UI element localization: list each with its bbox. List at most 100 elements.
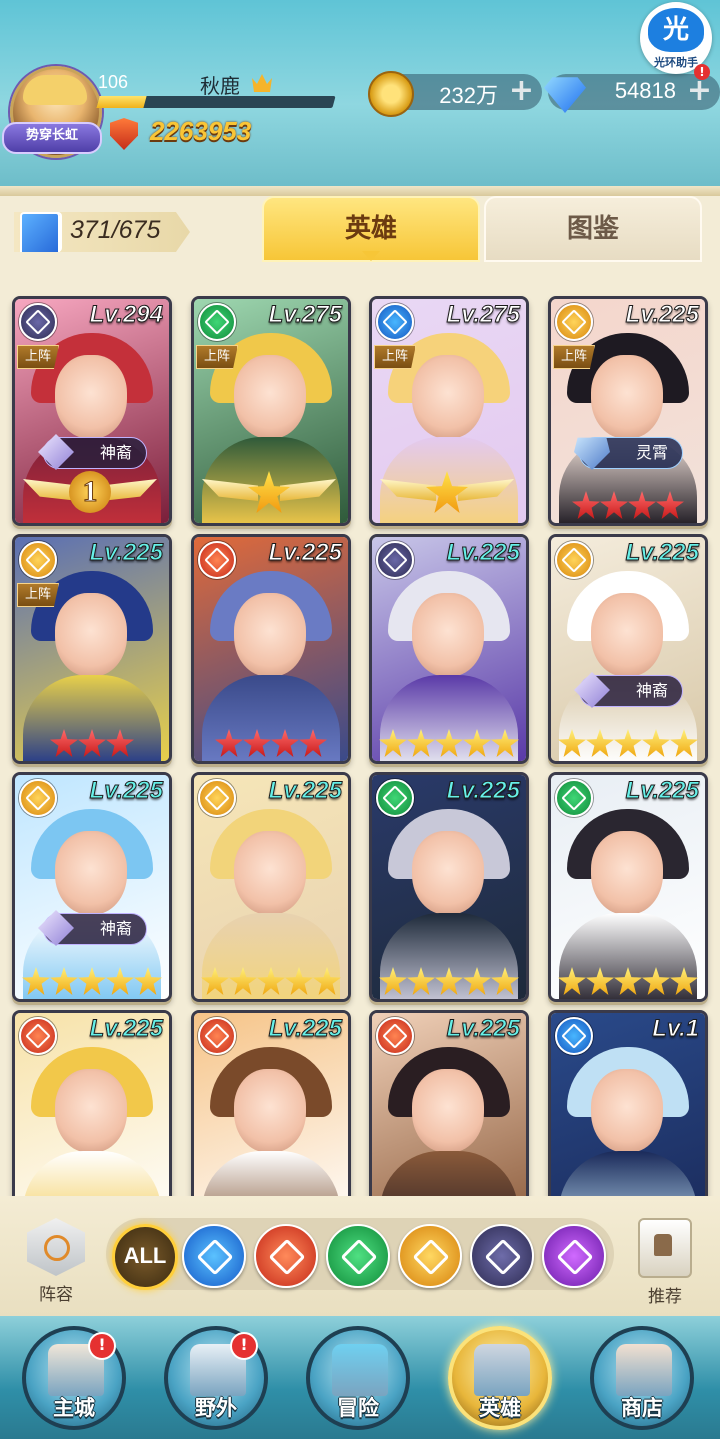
dark-faction-icon <box>19 303 57 341</box>
gem-icon <box>544 77 586 113</box>
hero-face <box>55 593 127 677</box>
hero-level: Lv.225 <box>446 539 520 567</box>
hero-count-value: 371/675 <box>70 216 161 244</box>
star-icon <box>201 967 229 995</box>
hero-card[interactable]: Lv.225 <box>191 772 351 1002</box>
thumbs-up-icon <box>638 1218 692 1278</box>
hero-card[interactable]: Lv.225 神裔 <box>12 772 172 1002</box>
combat-power-value: 2263953 <box>150 116 252 146</box>
filter-light-button[interactable] <box>398 1224 462 1288</box>
hero-level: Lv.225 <box>268 1015 342 1043</box>
recommend-button[interactable]: 推荐 <box>630 1218 700 1308</box>
fire-faction-icon <box>198 541 236 579</box>
gem-resource: 54818 + <box>544 74 720 113</box>
hero-class-badge: 神裔 <box>579 675 683 707</box>
hero-level: Lv.225 <box>446 1015 520 1043</box>
light-faction-icon <box>19 541 57 579</box>
hero-face <box>591 831 663 915</box>
hero-card[interactable]: Lv.294 上阵 神裔 1 <box>12 296 172 526</box>
star-icon <box>670 729 698 757</box>
hero-grid: Lv.294 上阵 神裔 1 Lv.275 上阵 Lv.275 上阵 Lv.225 上阵 灵霄 Lv.… <box>0 258 720 1198</box>
nav-wild-button[interactable]: 野外! <box>164 1326 268 1430</box>
star-icon <box>134 967 162 995</box>
star-rating <box>198 729 344 757</box>
hero-card[interactable]: Lv.225 神裔 <box>548 534 708 764</box>
hero-level: Lv.225 <box>268 777 342 805</box>
lineup-button[interactable]: 阵容 <box>20 1218 92 1308</box>
star-icon <box>614 967 642 995</box>
star-icon <box>50 729 78 757</box>
hero-card[interactable]: Lv.225 上阵 <box>12 534 172 764</box>
hero-card[interactable]: Lv.225 <box>12 1010 172 1198</box>
star-icon <box>229 967 257 995</box>
fire-faction-icon <box>198 1017 236 1055</box>
hero-card[interactable]: Lv.275 上阵 <box>369 296 529 526</box>
hero-card[interactable]: Lv.225 <box>369 1010 529 1198</box>
filter-water-button[interactable] <box>182 1224 246 1288</box>
filter-fire-button[interactable] <box>254 1224 318 1288</box>
xp-bar-fill <box>96 96 147 108</box>
hero-face <box>234 593 306 677</box>
left-wing-icon <box>202 479 258 501</box>
heroes-icon <box>474 1344 530 1396</box>
light-faction-icon <box>19 779 57 817</box>
hero-card[interactable]: Lv.1 <box>548 1010 708 1198</box>
star-rating <box>19 729 165 757</box>
tab-codex[interactable]: 图鉴 <box>484 196 702 262</box>
hero-face <box>591 1069 663 1153</box>
hero-face <box>55 831 127 915</box>
star-icon <box>106 967 134 995</box>
hero-level: Lv.225 <box>268 539 342 567</box>
star-icon <box>614 729 642 757</box>
wing-rank-emblem <box>202 471 336 513</box>
filter-dark-button[interactable] <box>470 1224 534 1288</box>
star-icon <box>78 729 106 757</box>
star-icon <box>407 729 435 757</box>
lineup-icon <box>27 1218 85 1276</box>
star-icon <box>642 729 670 757</box>
helper-alert-icon: ! <box>694 64 710 80</box>
nav-heroes-button[interactable]: 英雄 <box>448 1326 552 1430</box>
star-icon <box>215 729 243 757</box>
star-icon <box>572 491 600 519</box>
hero-card[interactable]: Lv.275 上阵 <box>191 296 351 526</box>
hero-card[interactable]: Lv.225 <box>548 772 708 1002</box>
hero-face <box>55 355 127 439</box>
alert-icon: ! <box>88 1332 116 1360</box>
hero-level: Lv.1 <box>652 1015 700 1043</box>
nature-faction-icon <box>198 303 236 341</box>
star-icon <box>463 729 491 757</box>
hero-face <box>412 355 484 439</box>
filter-all-label: ALL <box>123 1243 167 1268</box>
hero-card[interactable]: Lv.225 <box>369 534 529 764</box>
filter-nature-button[interactable] <box>326 1224 390 1288</box>
nav-main-city-button[interactable]: 主城! <box>22 1326 126 1430</box>
coin-icon <box>368 71 414 117</box>
filter-all-button[interactable]: ALL <box>112 1224 178 1290</box>
hero-class-badge: 神裔 <box>43 913 147 945</box>
cards-icon <box>20 212 62 252</box>
hero-card[interactable]: Lv.225 <box>191 1010 351 1198</box>
add-gold-button[interactable]: + <box>509 74 534 108</box>
nav-shop-button[interactable]: 商店 <box>590 1326 694 1430</box>
nav-adventure-button[interactable]: 冒险 <box>306 1326 410 1430</box>
top-header: 势穿长虹 106 秋鹿 2263953 232万 + 54818 + 光 光环助… <box>0 0 720 196</box>
recommend-label: 推荐 <box>648 1287 682 1307</box>
filter-void-button[interactable] <box>542 1224 606 1288</box>
deployed-tag: 上阵 <box>374 345 416 369</box>
nav-label: 主城 <box>53 1396 95 1420</box>
hero-card[interactable]: Lv.225 <box>191 534 351 764</box>
right-wing-icon <box>280 479 336 501</box>
star-icon <box>285 967 313 995</box>
hero-card[interactable]: Lv.225 <box>369 772 529 1002</box>
tab-heroes[interactable]: 英雄 <box>262 196 480 262</box>
shop-icon <box>616 1344 672 1396</box>
player-level: 106 <box>98 72 129 92</box>
hero-card[interactable]: Lv.225 上阵 灵霄 <box>548 296 708 526</box>
hero-level: Lv.275 <box>268 301 342 329</box>
hero-level: Lv.225 <box>89 777 163 805</box>
star-icon <box>586 967 614 995</box>
helper-button[interactable]: 光 光环助手 ! <box>640 2 712 80</box>
gold-resource: 232万 + <box>368 71 542 117</box>
wing-rank-emblem <box>380 471 514 513</box>
